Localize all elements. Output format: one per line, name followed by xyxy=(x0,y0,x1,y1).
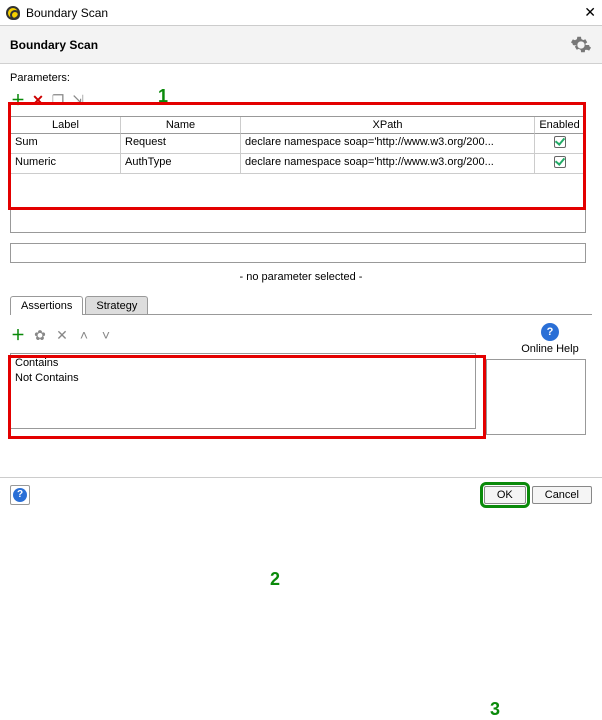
checkbox-icon[interactable] xyxy=(554,156,566,168)
copy-parameter-button[interactable]: ❐ xyxy=(50,92,66,108)
table-empty-area xyxy=(11,174,585,232)
cancel-button[interactable]: Cancel xyxy=(532,486,592,504)
configure-assertion-button[interactable]: ✿ xyxy=(32,327,48,343)
parameter-name-input[interactable] xyxy=(10,243,586,263)
page-title: Boundary Scan xyxy=(10,38,570,52)
add-assertion-button[interactable]: ＋ xyxy=(10,327,26,343)
assertions-panel: 2 ＋ ✿ ✕ ˄ ˅ ? Online Help Contains Not C… xyxy=(10,325,586,429)
cell-enabled[interactable] xyxy=(535,154,585,174)
assertion-list[interactable]: Contains Not Contains xyxy=(10,353,476,429)
move-up-button[interactable]: ˄ xyxy=(76,327,92,343)
window-title: Boundary Scan xyxy=(26,6,566,20)
help-icon: ? xyxy=(13,488,27,502)
checkbox-icon[interactable] xyxy=(554,136,566,148)
cell-label[interactable]: Numeric xyxy=(11,154,121,174)
col-name[interactable]: Name xyxy=(121,117,241,134)
table-row[interactable]: Sum Request declare namespace soap='http… xyxy=(11,134,585,154)
online-help-label[interactable]: Online Help xyxy=(521,343,578,355)
table-row[interactable]: Numeric AuthType declare namespace soap=… xyxy=(11,154,585,174)
add-parameter-button[interactable]: ＋ xyxy=(10,92,26,108)
tab-strategy[interactable]: Strategy xyxy=(85,296,148,314)
extract-parameter-button[interactable]: ⇲ xyxy=(70,92,86,108)
table-header: Label Name XPath Enabled xyxy=(11,117,585,134)
help-icon[interactable]: ? xyxy=(541,323,559,341)
titlebar: Boundary Scan ✕ xyxy=(0,0,602,26)
list-item[interactable]: Not Contains xyxy=(15,371,471,386)
remove-parameter-button[interactable]: ✕ xyxy=(30,92,46,108)
cell-enabled[interactable] xyxy=(535,134,585,154)
remove-assertion-button[interactable]: ✕ xyxy=(54,327,70,343)
annotation-1: 1 xyxy=(158,86,168,107)
no-parameter-selected-label: - no parameter selected - xyxy=(10,271,592,283)
annotation-3: 3 xyxy=(490,699,500,720)
footer: ? OK Cancel xyxy=(0,477,602,511)
ok-button[interactable]: OK xyxy=(484,486,526,504)
move-down-button[interactable]: ˅ xyxy=(98,327,114,343)
help-description-panel xyxy=(486,359,586,435)
online-help: ? Online Help xyxy=(514,323,586,355)
app-icon xyxy=(6,6,20,20)
tabs-row: Assertions Strategy xyxy=(10,293,592,315)
annotation-2: 2 xyxy=(270,569,280,590)
cell-name[interactable]: AuthType xyxy=(121,154,241,174)
list-item[interactable]: Contains xyxy=(15,356,471,371)
col-label[interactable]: Label xyxy=(11,117,121,134)
cell-xpath[interactable]: declare namespace soap='http://www.w3.or… xyxy=(241,134,535,154)
parameters-toolbar: ＋ ✕ ❐ ⇲ xyxy=(10,90,592,110)
footer-help-button[interactable]: ? xyxy=(10,485,30,505)
tab-assertions[interactable]: Assertions xyxy=(10,296,83,315)
table-body: Sum Request declare namespace soap='http… xyxy=(11,134,585,232)
parameters-table: Label Name XPath Enabled Sum Request dec… xyxy=(10,116,586,233)
subheader: Boundary Scan xyxy=(0,26,602,64)
parameters-section: 1 Parameters: ＋ ✕ ❐ ⇲ Label Name XPath E… xyxy=(10,72,592,429)
cell-xpath[interactable]: declare namespace soap='http://www.w3.or… xyxy=(241,154,535,174)
close-icon[interactable]: ✕ xyxy=(566,4,596,21)
gear-icon[interactable] xyxy=(570,34,592,56)
col-xpath[interactable]: XPath xyxy=(241,117,535,134)
assertions-toolbar: ＋ ✿ ✕ ˄ ˅ xyxy=(10,325,586,345)
cell-name[interactable]: Request xyxy=(121,134,241,154)
parameters-label: Parameters: xyxy=(10,72,592,84)
col-enabled[interactable]: Enabled xyxy=(535,117,585,134)
cell-label[interactable]: Sum xyxy=(11,134,121,154)
